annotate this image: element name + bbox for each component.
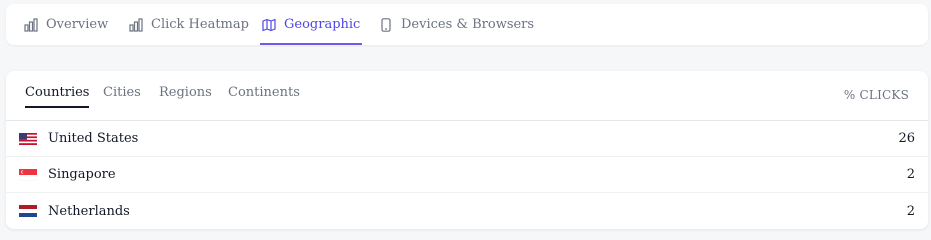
tab-click-heatmap[interactable]: Click Heatmap xyxy=(129,4,249,45)
nl-flag-icon xyxy=(19,205,37,217)
percent-clicks-header: % CLICKS xyxy=(843,88,909,102)
geographic-panel: Countries Cities Regions Continents % CL… xyxy=(6,71,928,229)
subtab-cities[interactable]: Cities xyxy=(103,85,141,106)
click-percent: 2 xyxy=(906,167,915,182)
tab-overview-label: Overview xyxy=(46,17,109,32)
subtab-continents[interactable]: Continents xyxy=(228,85,300,106)
subtab-countries[interactable]: Countries xyxy=(25,85,90,108)
click-percent: 26 xyxy=(898,131,915,146)
table-row[interactable]: Singapore 2 xyxy=(6,157,928,193)
sg-flag-icon xyxy=(19,168,37,181)
us-flag-icon xyxy=(19,132,37,145)
country-name: Singapore xyxy=(48,167,116,182)
bar-chart-icon xyxy=(129,17,143,32)
subtab-regions[interactable]: Regions xyxy=(159,85,212,106)
tab-devices-browsers-label: Devices & Browsers xyxy=(401,17,535,32)
bar-chart-icon xyxy=(24,17,38,32)
tab-geographic[interactable]: Geographic xyxy=(259,4,363,45)
analytics-tab-bar: Overview Click Heatmap Geographic Device… xyxy=(6,4,928,45)
click-percent: 2 xyxy=(906,203,915,219)
table-row[interactable]: Netherlands 2 xyxy=(6,193,928,229)
country-name: United States xyxy=(48,131,139,146)
tab-devices-browsers[interactable]: Devices & Browsers xyxy=(379,4,534,45)
phone-icon xyxy=(381,17,391,32)
tab-overview[interactable]: Overview xyxy=(24,4,108,45)
tab-click-heatmap-label: Click Heatmap xyxy=(151,17,249,32)
table-row[interactable]: United States 26 xyxy=(6,121,928,157)
tab-geographic-label: Geographic xyxy=(284,17,361,32)
map-icon xyxy=(262,18,276,31)
country-name: Netherlands xyxy=(48,203,130,219)
